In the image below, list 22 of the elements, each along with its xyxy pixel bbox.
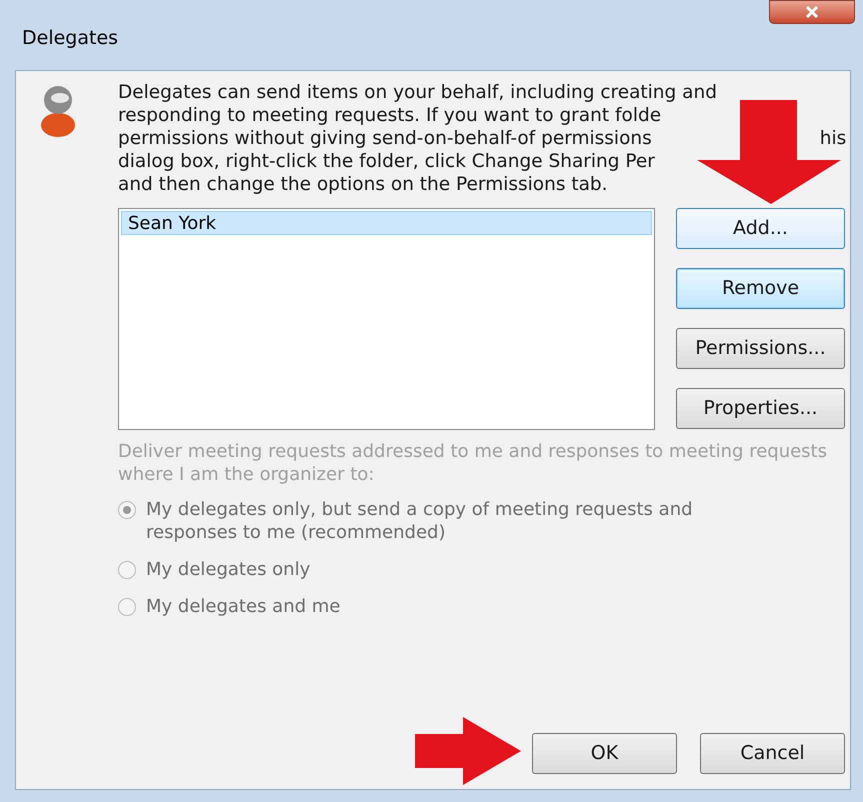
- description-text: Delegates can send items on your behalf, including creating and: [118, 81, 717, 104]
- dialog-button[interactable]: OK: [532, 733, 677, 774]
- delegates-list[interactable]: Sean York: [118, 208, 655, 430]
- radio-label: My delegates and me: [146, 595, 342, 618]
- dialog-button[interactable]: Properties...: [676, 388, 845, 429]
- person-icon: [38, 83, 78, 139]
- radio-label: My delegates only: [146, 558, 312, 581]
- radio-label: My delegates only, but send a copy of meeting requests and responses to me (recommended): [146, 498, 694, 544]
- close-button[interactable]: [769, 0, 855, 24]
- dialog-button[interactable]: Add...: [676, 208, 845, 249]
- close-icon: [805, 6, 819, 18]
- description-text: dialog box, right-click the folder, click Change Sharing Per: [118, 150, 655, 173]
- description-text: and then change the options on the Permissions tab.: [118, 173, 608, 196]
- description-text: his: [820, 127, 846, 150]
- dialog-button[interactable]: Cancel: [700, 733, 845, 774]
- description-text: permissions without giving send-on-behalf-of permissions: [118, 127, 652, 150]
- description-text: responding to meeting requests. If you want to grant folde: [118, 104, 662, 127]
- list-item[interactable]: Sean York: [121, 211, 652, 235]
- group-label: Deliver meeting requests addressed to me and responses to meeting requests where I am the organizer to:: [118, 440, 828, 486]
- dialog-button[interactable]: Permissions...: [676, 328, 845, 369]
- dialog-button[interactable]: Remove: [676, 268, 845, 309]
- window-title: Delegates: [22, 26, 118, 51]
